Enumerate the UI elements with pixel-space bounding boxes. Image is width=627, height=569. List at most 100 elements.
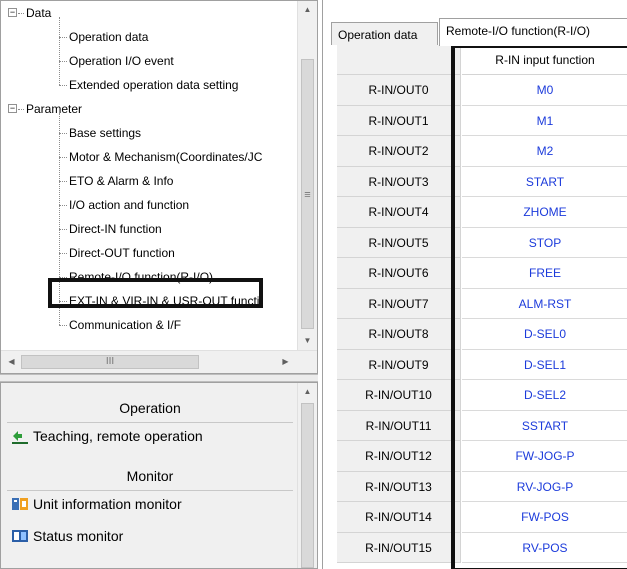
- pane-splitter[interactable]: [0, 374, 318, 382]
- tab-remote-io-function[interactable]: Remote-I/O function(R-I/O): [439, 18, 627, 46]
- tree-connector: [59, 181, 67, 182]
- tree-item-label: Data: [26, 6, 52, 20]
- scroll-up-arrow-icon[interactable]: ▲: [299, 1, 316, 18]
- tree-item-label: Direct-OUT function: [69, 246, 175, 260]
- tree-connector: [59, 253, 67, 254]
- scroll-left-arrow-icon[interactable]: ◀: [3, 353, 20, 370]
- row-header[interactable]: R-IN/OUT9: [337, 349, 461, 380]
- collapse-icon[interactable]: −: [8, 104, 17, 113]
- row-header[interactable]: R-IN/OUT8: [337, 319, 461, 350]
- tree-item[interactable]: Communication & I/F: [1, 315, 297, 335]
- unit-info-icon: [11, 494, 29, 510]
- tree-item[interactable]: Motor & Mechanism(Coordinates/JC: [1, 147, 297, 167]
- tree-item[interactable]: EXT-IN & VIR-IN & USR-OUT functi: [1, 291, 297, 311]
- row-header[interactable]: R-IN/OUT12: [337, 441, 461, 472]
- column-header-r-in-input-function: R-IN input function: [462, 45, 627, 75]
- tree-item-label: I/O action and function: [69, 198, 190, 212]
- function-cell[interactable]: D-SEL1: [462, 350, 627, 380]
- nav-item[interactable]: Unit information monitor: [11, 491, 182, 517]
- function-cell[interactable]: SSTART: [462, 411, 627, 441]
- tree-connector: [18, 109, 24, 110]
- tree-item[interactable]: Direct-OUT function: [1, 243, 297, 263]
- tree-vertical-scrollbar[interactable]: ▲ ≡ ▼: [297, 1, 317, 350]
- row-header[interactable]: R-IN/OUT1: [337, 105, 461, 136]
- tab-operation-data[interactable]: Operation data: [331, 22, 438, 45]
- tree-item-label: ETO & Alarm & Info: [69, 174, 174, 188]
- function-cell[interactable]: M2: [462, 136, 627, 167]
- tree-item[interactable]: Base settings: [1, 123, 297, 143]
- collapse-icon[interactable]: −: [8, 8, 17, 17]
- table-row: R-IN/OUT4 ZHOME: [337, 197, 627, 228]
- row-header[interactable]: R-IN/OUT2: [337, 136, 461, 167]
- tree-item[interactable]: Extended operation data setting: [1, 75, 297, 95]
- tree-item-label: EXT-IN & VIR-IN & USR-OUT functi: [69, 294, 260, 308]
- table-row: R-IN/OUT13 RV-JOG-P: [337, 471, 627, 502]
- function-cell[interactable]: M1: [462, 106, 627, 136]
- nav-item-label: Status monitor: [33, 528, 124, 544]
- function-cell[interactable]: ALM-RST: [462, 289, 627, 319]
- row-header[interactable]: R-IN/OUT4: [337, 197, 461, 228]
- tree-connector: [59, 85, 67, 86]
- function-cell[interactable]: D-SEL0: [462, 319, 627, 350]
- function-cell[interactable]: RV-JOG-P: [462, 472, 627, 502]
- row-header[interactable]: R-IN/OUT13: [337, 471, 461, 502]
- function-cell[interactable]: RV-POS: [462, 533, 627, 563]
- table-row: R-IN/OUT1 M1: [337, 105, 627, 136]
- function-cell[interactable]: ZHOME: [462, 197, 627, 228]
- tree-connector: [59, 113, 60, 325]
- tree-connector: [59, 229, 67, 230]
- function-cell[interactable]: STOP: [462, 228, 627, 258]
- function-cell[interactable]: M0: [462, 75, 627, 106]
- tree-connector: [18, 13, 24, 14]
- row-header[interactable]: R-IN/OUT3: [337, 166, 461, 197]
- tree-item-label: Base settings: [69, 126, 142, 140]
- row-header[interactable]: R-IN/OUT0: [337, 75, 461, 106]
- tree-item[interactable]: I/O action and function: [1, 195, 297, 215]
- table-row: R-IN/OUT9 D-SEL1: [337, 349, 627, 380]
- tree-item[interactable]: Operation data: [1, 27, 297, 47]
- scroll-up-arrow-icon[interactable]: ▲: [299, 383, 316, 400]
- nav-item[interactable]: Teaching, remote operation: [11, 423, 203, 449]
- scrollbar-thumb[interactable]: ≡: [301, 59, 314, 329]
- tree-item[interactable]: Operation I/O event: [1, 51, 297, 71]
- tree-horizontal-scrollbar[interactable]: ◀ III ▶: [1, 350, 317, 373]
- function-cell[interactable]: FREE: [462, 258, 627, 289]
- row-header[interactable]: R-IN/OUT7: [337, 288, 461, 319]
- tree-item-label: Communication & I/F: [69, 318, 182, 332]
- tree-connector: [59, 61, 67, 62]
- row-header[interactable]: R-IN/OUT11: [337, 410, 461, 441]
- row-header[interactable]: R-IN/OUT5: [337, 227, 461, 258]
- tree-item-label: Motor & Mechanism(Coordinates/JC: [69, 150, 263, 164]
- grip-icon: III: [105, 356, 115, 367]
- tree-connector: [59, 37, 67, 38]
- nav-vertical-scrollbar[interactable]: ▲: [297, 383, 317, 568]
- scrollbar-thumb[interactable]: [301, 403, 314, 568]
- tree-item[interactable]: ETO & Alarm & Info: [1, 171, 297, 191]
- tree-item-label: Parameter: [26, 102, 83, 116]
- row-header[interactable]: R-IN/OUT6: [337, 258, 461, 289]
- status-monitor-icon: [11, 526, 29, 542]
- nav-item[interactable]: Status monitor: [11, 523, 123, 549]
- row-header[interactable]: R-IN/OUT15: [337, 532, 461, 563]
- tree-item[interactable]: − Parameter: [1, 99, 297, 119]
- scroll-right-arrow-icon[interactable]: ▶: [277, 353, 294, 370]
- function-cell[interactable]: FW-POS: [462, 502, 627, 533]
- tree-item[interactable]: Direct-IN function: [1, 219, 297, 239]
- row-header[interactable]: R-IN/OUT14: [337, 502, 461, 533]
- tree-pane: − Data Operation data Operation I/O event Ex…: [0, 0, 318, 374]
- table-row: R-IN/OUT8 D-SEL0: [337, 319, 627, 350]
- nav-section-header[interactable]: Monitor: [7, 461, 293, 491]
- scroll-down-arrow-icon[interactable]: ▼: [299, 332, 316, 349]
- nav-section-header[interactable]: Operation: [7, 393, 293, 423]
- row-header[interactable]: R-IN/OUT10: [337, 380, 461, 411]
- function-cell[interactable]: D-SEL2: [462, 380, 627, 411]
- tree-connector: [59, 157, 67, 158]
- function-cell[interactable]: FW-JOG-P: [462, 441, 627, 472]
- tree-connector: [59, 133, 67, 134]
- tree-item-label: Extended operation data setting: [69, 78, 239, 92]
- nav-item-label: Unit information monitor: [33, 496, 182, 512]
- function-cell[interactable]: START: [462, 167, 627, 197]
- hscrollbar-thumb[interactable]: III: [21, 355, 199, 369]
- tree-item[interactable]: − Data: [1, 3, 297, 23]
- tree-item[interactable]: Remote-I/O function(R-I/O): [1, 267, 297, 287]
